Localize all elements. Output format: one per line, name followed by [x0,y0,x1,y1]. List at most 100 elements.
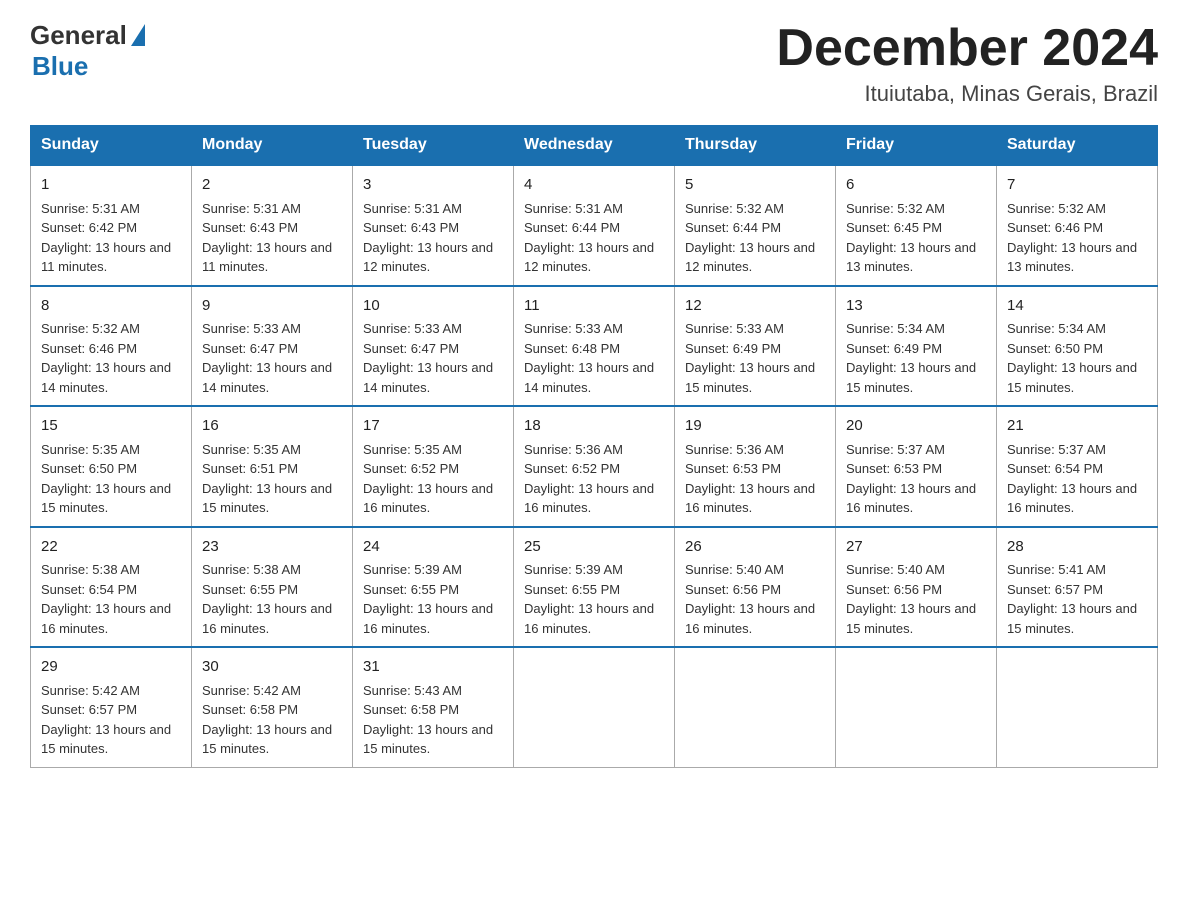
day-number: 17 [363,415,503,438]
calendar-cell: 11 Sunrise: 5:33 AMSunset: 6:48 PMDaylig… [514,286,675,407]
title-section: December 2024 Ituiutaba, Minas Gerais, B… [776,20,1158,107]
weekday-header-thursday: Thursday [675,126,836,166]
calendar-week-row-2: 8 Sunrise: 5:32 AMSunset: 6:46 PMDayligh… [31,286,1158,407]
day-info: Sunrise: 5:37 AMSunset: 6:53 PMDaylight:… [846,442,976,516]
day-number: 30 [202,656,342,679]
weekday-header-row: SundayMondayTuesdayWednesdayThursdayFrid… [31,126,1158,166]
calendar-cell: 19 Sunrise: 5:36 AMSunset: 6:53 PMDaylig… [675,406,836,527]
day-number: 3 [363,174,503,197]
calendar-week-row-3: 15 Sunrise: 5:35 AMSunset: 6:50 PMDaylig… [31,406,1158,527]
day-info: Sunrise: 5:43 AMSunset: 6:58 PMDaylight:… [363,683,493,757]
day-number: 13 [846,295,986,318]
calendar-table: SundayMondayTuesdayWednesdayThursdayFrid… [30,125,1158,768]
calendar-cell [675,647,836,767]
day-number: 18 [524,415,664,438]
day-info: Sunrise: 5:38 AMSunset: 6:55 PMDaylight:… [202,562,332,636]
calendar-cell: 13 Sunrise: 5:34 AMSunset: 6:49 PMDaylig… [836,286,997,407]
calendar-cell: 12 Sunrise: 5:33 AMSunset: 6:49 PMDaylig… [675,286,836,407]
day-number: 10 [363,295,503,318]
day-number: 27 [846,536,986,559]
day-info: Sunrise: 5:38 AMSunset: 6:54 PMDaylight:… [41,562,171,636]
calendar-cell: 10 Sunrise: 5:33 AMSunset: 6:47 PMDaylig… [353,286,514,407]
day-number: 22 [41,536,181,559]
month-title: December 2024 [776,20,1158,77]
calendar-cell: 7 Sunrise: 5:32 AMSunset: 6:46 PMDayligh… [997,165,1158,286]
day-number: 24 [363,536,503,559]
calendar-cell: 31 Sunrise: 5:43 AMSunset: 6:58 PMDaylig… [353,647,514,767]
weekday-header-saturday: Saturday [997,126,1158,166]
day-info: Sunrise: 5:34 AMSunset: 6:49 PMDaylight:… [846,321,976,395]
weekday-header-monday: Monday [192,126,353,166]
day-number: 20 [846,415,986,438]
logo: General Blue [30,20,145,82]
day-number: 16 [202,415,342,438]
day-number: 2 [202,174,342,197]
day-number: 26 [685,536,825,559]
day-info: Sunrise: 5:31 AMSunset: 6:43 PMDaylight:… [202,201,332,275]
day-info: Sunrise: 5:39 AMSunset: 6:55 PMDaylight:… [363,562,493,636]
day-number: 31 [363,656,503,679]
day-info: Sunrise: 5:36 AMSunset: 6:52 PMDaylight:… [524,442,654,516]
day-info: Sunrise: 5:35 AMSunset: 6:50 PMDaylight:… [41,442,171,516]
calendar-cell: 18 Sunrise: 5:36 AMSunset: 6:52 PMDaylig… [514,406,675,527]
day-number: 11 [524,295,664,318]
day-number: 15 [41,415,181,438]
day-number: 1 [41,174,181,197]
day-number: 19 [685,415,825,438]
day-info: Sunrise: 5:41 AMSunset: 6:57 PMDaylight:… [1007,562,1137,636]
calendar-cell: 15 Sunrise: 5:35 AMSunset: 6:50 PMDaylig… [31,406,192,527]
calendar-cell: 27 Sunrise: 5:40 AMSunset: 6:56 PMDaylig… [836,527,997,648]
day-info: Sunrise: 5:31 AMSunset: 6:43 PMDaylight:… [363,201,493,275]
logo-triangle-icon [131,24,145,46]
day-number: 23 [202,536,342,559]
day-number: 25 [524,536,664,559]
day-number: 29 [41,656,181,679]
day-info: Sunrise: 5:32 AMSunset: 6:44 PMDaylight:… [685,201,815,275]
day-info: Sunrise: 5:39 AMSunset: 6:55 PMDaylight:… [524,562,654,636]
day-info: Sunrise: 5:42 AMSunset: 6:57 PMDaylight:… [41,683,171,757]
day-info: Sunrise: 5:33 AMSunset: 6:47 PMDaylight:… [363,321,493,395]
day-info: Sunrise: 5:32 AMSunset: 6:46 PMDaylight:… [1007,201,1137,275]
page-header: General Blue December 2024 Ituiutaba, Mi… [30,20,1158,107]
weekday-header-wednesday: Wednesday [514,126,675,166]
calendar-cell: 8 Sunrise: 5:32 AMSunset: 6:46 PMDayligh… [31,286,192,407]
day-info: Sunrise: 5:33 AMSunset: 6:49 PMDaylight:… [685,321,815,395]
calendar-cell: 4 Sunrise: 5:31 AMSunset: 6:44 PMDayligh… [514,165,675,286]
location-subtitle: Ituiutaba, Minas Gerais, Brazil [776,81,1158,107]
day-info: Sunrise: 5:34 AMSunset: 6:50 PMDaylight:… [1007,321,1137,395]
calendar-week-row-1: 1 Sunrise: 5:31 AMSunset: 6:42 PMDayligh… [31,165,1158,286]
day-info: Sunrise: 5:40 AMSunset: 6:56 PMDaylight:… [685,562,815,636]
logo-blue-text: Blue [32,51,88,82]
calendar-cell: 6 Sunrise: 5:32 AMSunset: 6:45 PMDayligh… [836,165,997,286]
day-number: 28 [1007,536,1147,559]
weekday-header-sunday: Sunday [31,126,192,166]
calendar-cell: 25 Sunrise: 5:39 AMSunset: 6:55 PMDaylig… [514,527,675,648]
calendar-cell: 14 Sunrise: 5:34 AMSunset: 6:50 PMDaylig… [997,286,1158,407]
calendar-cell: 30 Sunrise: 5:42 AMSunset: 6:58 PMDaylig… [192,647,353,767]
calendar-cell: 23 Sunrise: 5:38 AMSunset: 6:55 PMDaylig… [192,527,353,648]
calendar-cell: 26 Sunrise: 5:40 AMSunset: 6:56 PMDaylig… [675,527,836,648]
day-info: Sunrise: 5:33 AMSunset: 6:48 PMDaylight:… [524,321,654,395]
calendar-cell: 22 Sunrise: 5:38 AMSunset: 6:54 PMDaylig… [31,527,192,648]
calendar-week-row-5: 29 Sunrise: 5:42 AMSunset: 6:57 PMDaylig… [31,647,1158,767]
calendar-cell: 9 Sunrise: 5:33 AMSunset: 6:47 PMDayligh… [192,286,353,407]
calendar-cell: 16 Sunrise: 5:35 AMSunset: 6:51 PMDaylig… [192,406,353,527]
calendar-cell: 17 Sunrise: 5:35 AMSunset: 6:52 PMDaylig… [353,406,514,527]
calendar-cell: 1 Sunrise: 5:31 AMSunset: 6:42 PMDayligh… [31,165,192,286]
day-info: Sunrise: 5:37 AMSunset: 6:54 PMDaylight:… [1007,442,1137,516]
day-number: 9 [202,295,342,318]
calendar-cell: 29 Sunrise: 5:42 AMSunset: 6:57 PMDaylig… [31,647,192,767]
day-info: Sunrise: 5:35 AMSunset: 6:51 PMDaylight:… [202,442,332,516]
calendar-cell: 28 Sunrise: 5:41 AMSunset: 6:57 PMDaylig… [997,527,1158,648]
calendar-cell: 21 Sunrise: 5:37 AMSunset: 6:54 PMDaylig… [997,406,1158,527]
day-info: Sunrise: 5:42 AMSunset: 6:58 PMDaylight:… [202,683,332,757]
day-info: Sunrise: 5:35 AMSunset: 6:52 PMDaylight:… [363,442,493,516]
day-number: 7 [1007,174,1147,197]
day-info: Sunrise: 5:32 AMSunset: 6:46 PMDaylight:… [41,321,171,395]
day-number: 12 [685,295,825,318]
day-number: 14 [1007,295,1147,318]
calendar-cell [836,647,997,767]
day-info: Sunrise: 5:32 AMSunset: 6:45 PMDaylight:… [846,201,976,275]
weekday-header-tuesday: Tuesday [353,126,514,166]
day-info: Sunrise: 5:40 AMSunset: 6:56 PMDaylight:… [846,562,976,636]
